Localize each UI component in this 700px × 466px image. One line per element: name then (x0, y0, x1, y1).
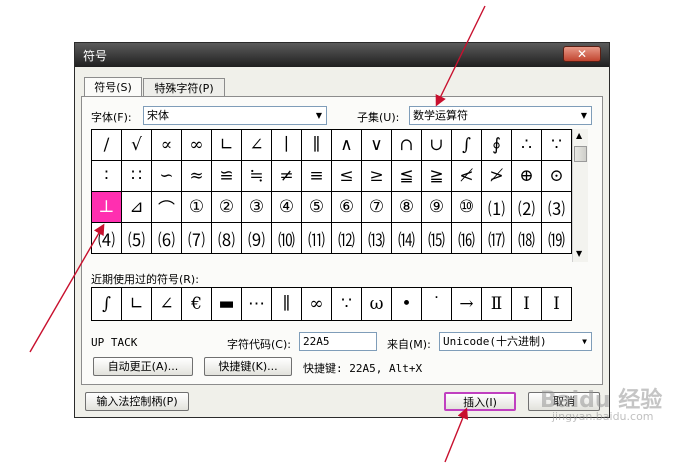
arrow-to-subset (435, 5, 486, 107)
watermark-url: jingyan.baidu.com (552, 410, 654, 423)
arrow-to-selected-symbol (29, 223, 105, 353)
arrow-to-insert (444, 407, 469, 463)
